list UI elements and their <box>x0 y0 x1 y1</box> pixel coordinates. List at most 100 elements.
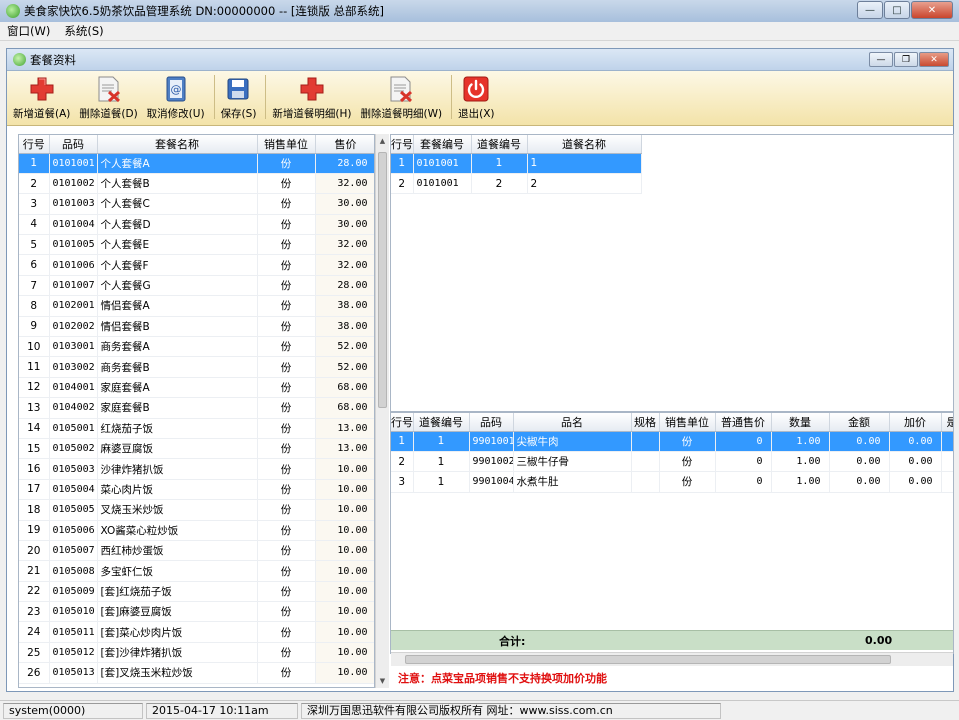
package-name-cell[interactable]: 个人套餐A <box>97 153 258 174</box>
sales-unit-cell[interactable]: 份 <box>257 295 316 317</box>
sales-unit-cell[interactable]: 份 <box>257 621 316 643</box>
sales-unit-cell[interactable]: 份 <box>257 601 316 623</box>
item-code-cell[interactable]: 0105007 <box>49 540 98 562</box>
column-header[interactable]: 套餐编号 <box>413 135 472 154</box>
row-number-cell[interactable]: 24 <box>19 621 50 643</box>
course-code-cell[interactable]: 1 <box>413 471 470 493</box>
maximize-button[interactable]: □ <box>884 1 910 19</box>
quantity-cell[interactable]: 1.00 <box>771 451 830 473</box>
price-cell[interactable]: 28.00 <box>315 275 374 297</box>
item-code-cell[interactable]: 0105001 <box>49 418 98 439</box>
table-row[interactable]: 2 0101002 个人套餐B 份 32.00 <box>19 173 374 195</box>
amount-cell[interactable]: 0.00 <box>829 431 890 452</box>
column-header[interactable]: 销售单位 <box>257 135 316 154</box>
item-code-cell[interactable]: 0101004 <box>49 214 98 236</box>
row-number-cell[interactable]: 1 <box>391 431 414 452</box>
row-number-cell[interactable]: 4 <box>19 214 50 236</box>
table-row[interactable]: 23 0105010 [套]麻婆豆腐饭份 10.00 <box>19 601 374 623</box>
table-row[interactable]: 22 0105009 [套]红烧茄子饭份 10.00 <box>19 581 374 603</box>
item-code-cell[interactable]: 0105005 <box>49 499 98 521</box>
row-number-cell[interactable]: 25 <box>19 642 50 664</box>
sales-unit-cell[interactable]: 份 <box>257 234 316 256</box>
item-code-cell[interactable]: 0105013 <box>49 662 98 684</box>
package-name-cell[interactable]: 个人套餐G <box>97 275 258 297</box>
cancel-edit-button[interactable]: @ 取消修改(U) <box>147 75 205 125</box>
sales-unit-cell[interactable]: 份 <box>257 336 316 358</box>
column-header[interactable]: 销售单位 <box>659 413 716 432</box>
row-number-cell[interactable]: 13 <box>19 397 50 419</box>
table-row[interactable]: 15 0105002 麻婆豆腐饭份 13.00 <box>19 438 374 460</box>
row-number-cell[interactable]: 6 <box>19 254 50 276</box>
row-number-cell[interactable]: 3 <box>19 193 50 215</box>
price-cell[interactable]: 30.00 <box>315 193 374 215</box>
sales-unit-cell[interactable]: 份 <box>257 499 316 521</box>
item-code-cell[interactable]: 0102001 <box>49 295 98 317</box>
table-row[interactable]: 4 0101004 个人套餐D 份 30.00 <box>19 214 374 236</box>
table-row[interactable]: 3 0101003 个人套餐C 份 30.00 <box>19 193 374 215</box>
row-number-cell[interactable]: 17 <box>19 479 50 501</box>
price-cell[interactable]: 10.00 <box>315 642 374 664</box>
amount-cell[interactable]: 0.00 <box>829 451 890 473</box>
course-name-cell[interactable]: 1 <box>527 153 642 174</box>
package-name-cell[interactable]: 多宝虾仁饭 <box>97 560 258 582</box>
package-name-cell[interactable]: 情侣套餐B <box>97 316 258 338</box>
package-name-cell[interactable]: 红烧茄子饭 <box>97 418 258 439</box>
table-row[interactable]: 16 0105003 沙律炸猪扒饭份 10.00 <box>19 458 374 480</box>
table-row[interactable]: 12 0104001 家庭套餐A 份 68.00 <box>19 377 374 399</box>
item-code-cell[interactable]: 0101003 <box>49 193 98 215</box>
package-name-cell[interactable]: 西红柿炒蛋饭 <box>97 540 258 562</box>
item-code-cell[interactable]: 0101001 <box>49 153 98 174</box>
table-row[interactable]: 1 0101001 个人套餐A 份 28.00 <box>19 153 374 174</box>
table-row[interactable]: 2 0101001 2 2 <box>391 173 642 195</box>
package-name-cell[interactable]: 个人套餐C <box>97 193 258 215</box>
price-cell[interactable]: 10.00 <box>315 540 374 562</box>
course-code-cell[interactable]: 1 <box>413 451 470 473</box>
item-code-cell[interactable]: 0105003 <box>49 458 98 480</box>
column-header[interactable]: 数量 <box>771 413 830 432</box>
sales-unit-cell[interactable]: 份 <box>257 479 316 501</box>
row-number-cell[interactable]: 2 <box>391 173 414 195</box>
table-row[interactable]: 1 1 9901001 尖椒牛肉份 0 1.00 0.00 0.00 <box>391 431 953 452</box>
item-code-cell[interactable]: 0101005 <box>49 234 98 256</box>
sales-unit-cell[interactable]: 份 <box>257 316 316 338</box>
sales-unit-cell[interactable]: 份 <box>659 451 716 473</box>
sales-unit-cell[interactable]: 份 <box>257 662 316 684</box>
sales-unit-cell[interactable]: 份 <box>257 254 316 276</box>
price-cell[interactable]: 52.00 <box>315 356 374 378</box>
item-code-cell[interactable]: 0104002 <box>49 397 98 419</box>
save-button[interactable]: 保存(S) <box>221 75 256 125</box>
package-name-cell[interactable]: [套]麻婆豆腐饭 <box>97 601 258 623</box>
exit-button[interactable]: 退出(X) <box>458 75 494 125</box>
sales-unit-cell[interactable]: 份 <box>257 397 316 419</box>
price-cell[interactable]: 10.00 <box>315 560 374 582</box>
item-code-cell[interactable]: 0103002 <box>49 356 98 378</box>
sales-unit-cell[interactable]: 份 <box>659 471 716 493</box>
table-row[interactable]: 11 0103002 商务套餐B 份 52.00 <box>19 356 374 378</box>
price-cell[interactable]: 10.00 <box>315 458 374 480</box>
row-number-cell[interactable]: 20 <box>19 540 50 562</box>
table-row[interactable]: 5 0101005 个人套餐E 份 32.00 <box>19 234 374 256</box>
price-cell[interactable]: 32.00 <box>315 254 374 276</box>
item-code-cell[interactable]: 0101006 <box>49 254 98 276</box>
quantity-cell[interactable]: 1.00 <box>771 471 830 493</box>
delete-package-button[interactable]: 删除道餐(D) <box>79 75 138 125</box>
column-header[interactable]: 行号 <box>391 135 414 154</box>
package-name-cell[interactable]: [套]沙律炸猪扒饭 <box>97 642 258 664</box>
spec-cell[interactable] <box>631 451 660 473</box>
sales-unit-cell[interactable]: 份 <box>257 540 316 562</box>
table-row[interactable]: 17 0105004 菜心肉片饭份 10.00 <box>19 479 374 501</box>
package-name-cell[interactable]: 麻婆豆腐饭 <box>97 438 258 460</box>
table-cell[interactable] <box>941 431 953 452</box>
package-code-cell[interactable]: 0101001 <box>413 153 472 174</box>
course-code-cell[interactable]: 1 <box>471 153 528 174</box>
item-code-cell[interactable]: 0105011 <box>49 621 98 643</box>
price-cell[interactable]: 10.00 <box>315 520 374 541</box>
child-restore-button[interactable]: ❐ <box>894 52 918 67</box>
table-row[interactable]: 21 0105008 多宝虾仁饭份 10.00 <box>19 560 374 582</box>
column-header[interactable]: 规格 <box>631 413 660 432</box>
price-cell[interactable]: 10.00 <box>315 499 374 521</box>
item-code-cell[interactable]: 9901001 <box>469 431 514 452</box>
package-name-cell[interactable]: 商务套餐B <box>97 356 258 378</box>
sales-unit-cell[interactable]: 份 <box>257 581 316 603</box>
package-name-cell[interactable]: 菜心肉片饭 <box>97 479 258 501</box>
